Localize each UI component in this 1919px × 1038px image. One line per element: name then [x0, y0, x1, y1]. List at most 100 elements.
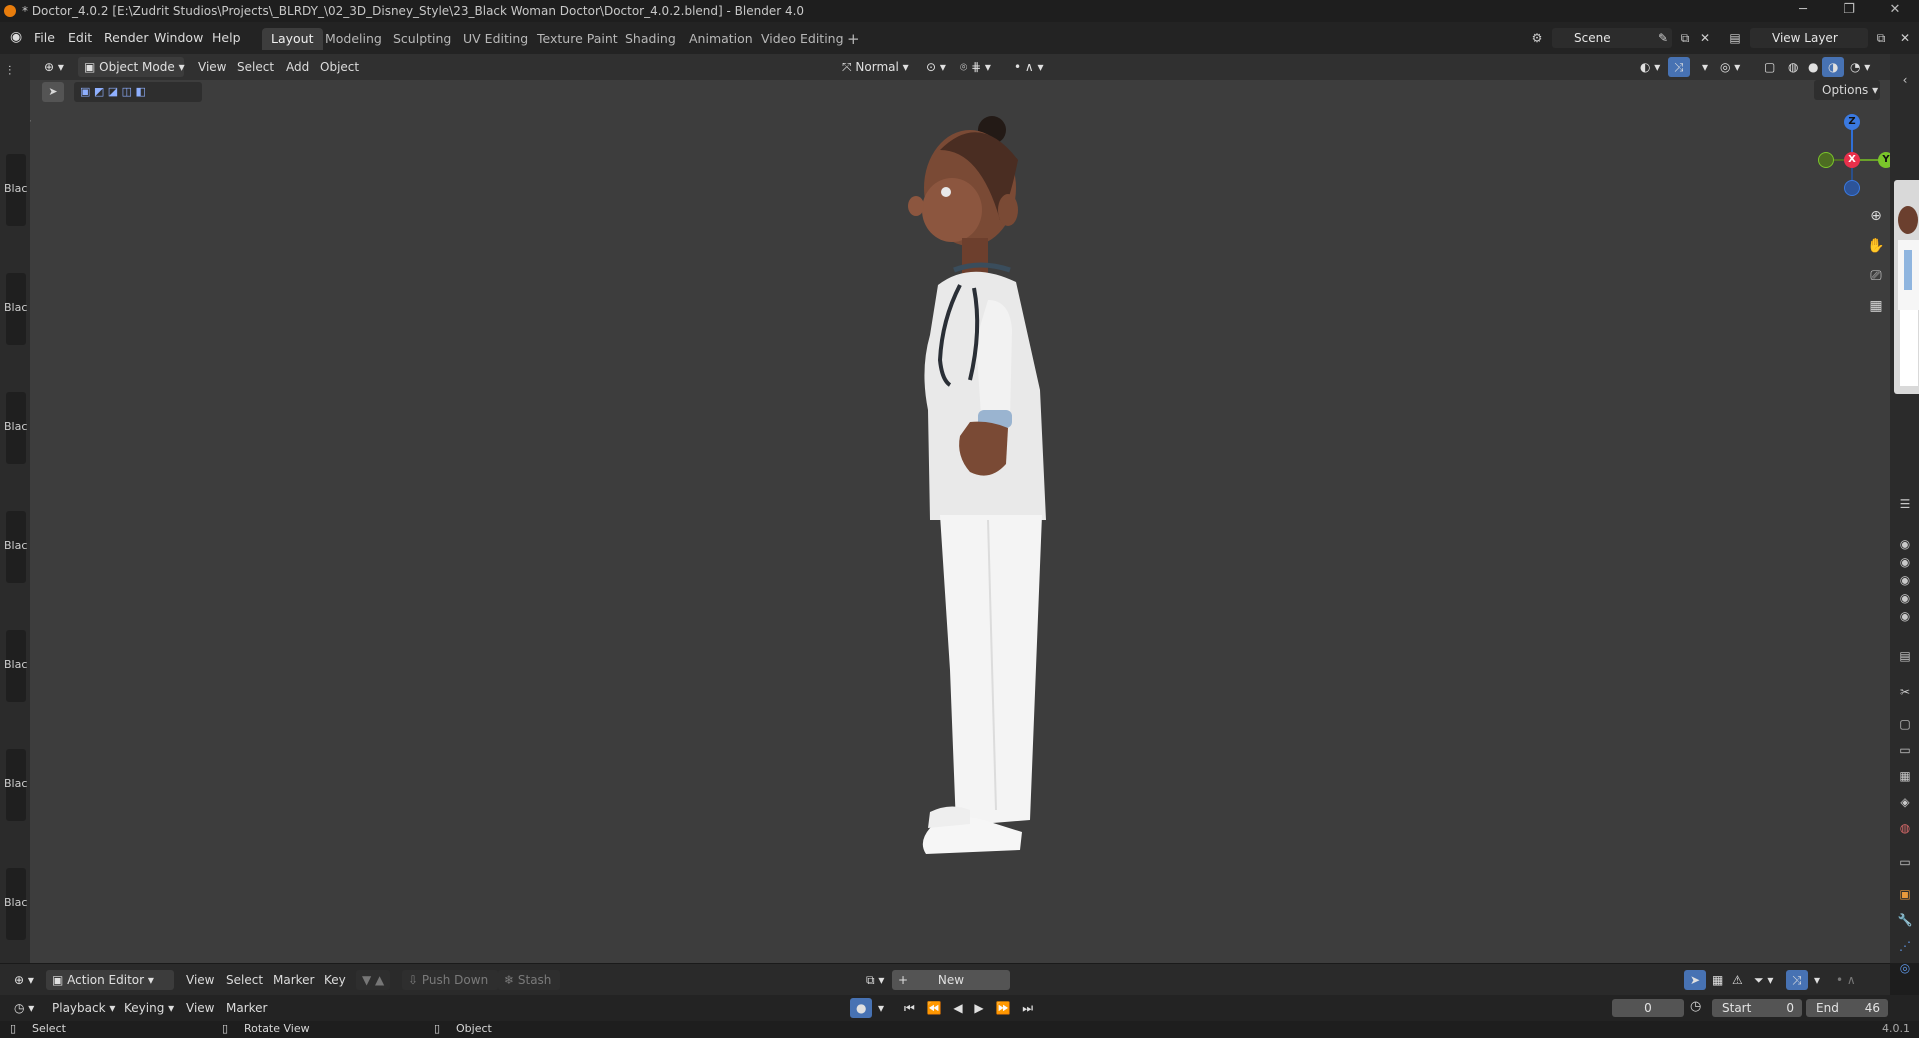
blender-logo-icon[interactable]: ◉: [10, 29, 22, 45]
push-down-button[interactable]: ⇩ Push Down: [402, 970, 498, 990]
viewport-menu-object[interactable]: Object: [320, 60, 359, 74]
camera-restrict-icon[interactable]: ◉: [1897, 554, 1913, 570]
playback-dropdown[interactable]: Playback ▾: [52, 1001, 115, 1015]
pivot-point-icon[interactable]: ⊙ ▾: [920, 57, 952, 77]
particles-icon[interactable]: ⋰: [1897, 938, 1913, 954]
gizmo-dropdown-icon[interactable]: ▾: [1696, 57, 1714, 77]
close-window-button[interactable]: ✕: [1872, 0, 1918, 22]
render-icon[interactable]: ▢: [1897, 716, 1913, 732]
timeline-menu-marker[interactable]: Marker: [226, 1001, 267, 1015]
filter-icon[interactable]: ⏷ ▾: [1748, 970, 1779, 990]
select-tool-icon[interactable]: ➤: [42, 82, 64, 102]
only-selected-icon[interactable]: ➤: [1684, 970, 1707, 990]
camera-restrict-icon[interactable]: ◉: [1897, 572, 1913, 588]
menu-file[interactable]: File: [34, 30, 55, 45]
dopesheet-editor-type-icon[interactable]: ⊕ ▾: [8, 970, 40, 990]
minimize-button[interactable]: ─: [1780, 0, 1826, 22]
toolbar-expand-icon[interactable]: ›: [30, 114, 31, 127]
perspective-grid-icon[interactable]: ▦: [1863, 298, 1889, 320]
physics-icon[interactable]: ◎: [1897, 960, 1913, 976]
keying-dropdown[interactable]: Keying ▾: [124, 1001, 174, 1015]
menu-help[interactable]: Help: [212, 30, 241, 45]
xray-icon[interactable]: ▢: [1758, 57, 1781, 77]
start-frame-field[interactable]: Start 0: [1712, 999, 1802, 1017]
camera-restrict-icon[interactable]: ◉: [1897, 608, 1913, 624]
overlays-icon[interactable]: ◎ ▾: [1714, 57, 1746, 77]
outliner-collapse-icon[interactable]: ‹: [1897, 72, 1913, 88]
gizmo-z-axis[interactable]: Z: [1844, 114, 1860, 130]
tab-sculpting[interactable]: Sculpting: [384, 28, 460, 50]
tool-icon[interactable]: ✂: [1897, 684, 1913, 700]
viewport-menu-add[interactable]: Add: [286, 60, 309, 74]
tab-uv-editing[interactable]: UV Editing: [454, 28, 537, 50]
tab-animation[interactable]: Animation: [680, 28, 762, 50]
action-browse-icon[interactable]: ⧉ ▾: [860, 970, 890, 990]
proportional-edit-icon[interactable]: • ∧ ▾: [1008, 57, 1050, 77]
collection-icon[interactable]: ▭: [1897, 854, 1913, 870]
3d-viewport[interactable]: ➤ ▣ ◩ ◪ ◫ ◧ › Options ▾ Z X Y ⊕ ✋ ⎚ ▦: [30, 80, 1890, 963]
options-dropdown[interactable]: Options ▾: [1814, 80, 1880, 100]
add-workspace-icon[interactable]: +: [838, 28, 869, 50]
rendered-shading-icon[interactable]: ◔ ▾: [1844, 57, 1876, 77]
action-menu-select[interactable]: Select: [226, 973, 263, 987]
proportional-action-icon[interactable]: • ∧: [1830, 970, 1862, 990]
editor-type-dropdown[interactable]: ⊕ ▾: [38, 57, 70, 77]
pin-scene-icon[interactable]: ✎: [1652, 28, 1674, 48]
new-view-layer-icon[interactable]: ⧉: [1870, 28, 1892, 48]
new-action-button[interactable]: + New: [892, 970, 1010, 990]
delete-scene-icon[interactable]: ✕: [1694, 28, 1716, 48]
camera-view-icon[interactable]: ⎚: [1863, 268, 1889, 290]
menu-edit[interactable]: Edit: [68, 30, 92, 45]
action-menu-key[interactable]: Key: [324, 973, 346, 987]
visibility-icon[interactable]: ◐ ▾: [1634, 57, 1666, 77]
snapping-icon[interactable]: ⌾ ⋕ ▾: [954, 57, 997, 77]
maximize-button[interactable]: ❐: [1826, 0, 1872, 22]
scene-props-icon[interactable]: ◈: [1897, 794, 1913, 810]
action-menu-view[interactable]: View: [186, 973, 214, 987]
auto-keying-record-icon[interactable]: ●: [850, 998, 873, 1018]
orientation-dropdown[interactable]: ⤧ Normal ▾: [836, 57, 915, 77]
preview-range-icon[interactable]: ◷: [1690, 999, 1701, 1014]
tab-modeling[interactable]: Modeling: [316, 28, 391, 50]
view-layer-icon[interactable]: ▤: [1724, 28, 1746, 48]
viewport-menu-view[interactable]: View: [198, 60, 226, 74]
object-mode-dropdown[interactable]: ▣ Object Mode ▾: [78, 57, 185, 77]
layer-arrows-icon[interactable]: ▼ ▲: [356, 970, 391, 990]
new-scene-icon[interactable]: ⧉: [1674, 28, 1696, 48]
only-errors-icon[interactable]: ⚠: [1726, 970, 1749, 990]
auto-snap-icon[interactable]: ⤨: [1786, 970, 1808, 990]
gizmo-y-axis[interactable]: Y: [1878, 152, 1890, 168]
snap-dropdown-icon[interactable]: ▾: [1808, 970, 1826, 990]
delete-view-layer-icon[interactable]: ✕: [1894, 28, 1916, 48]
menu-window[interactable]: Window: [154, 30, 203, 45]
keying-mode-icon[interactable]: ▾: [872, 998, 890, 1018]
output-icon[interactable]: ▭: [1897, 742, 1913, 758]
gizmo-x-axis[interactable]: X: [1844, 152, 1860, 168]
viewport-menu-select[interactable]: Select: [237, 60, 274, 74]
gizmo-toggle-icon[interactable]: ⤨: [1668, 57, 1690, 77]
gizmo-neg-z-axis[interactable]: [1844, 180, 1860, 196]
camera-restrict-icon[interactable]: ◉: [1897, 536, 1913, 552]
navigation-gizmo[interactable]: Z X Y: [1806, 110, 1890, 206]
world-icon[interactable]: ◍: [1897, 820, 1913, 836]
action-editor-dropdown[interactable]: ▣ Action Editor ▾: [46, 970, 174, 990]
gizmo-neg-y-axis[interactable]: [1818, 152, 1834, 168]
tab-texture-paint[interactable]: Texture Paint: [528, 28, 627, 50]
view-layer-props-icon[interactable]: ▦: [1897, 768, 1913, 784]
material-shading-icon[interactable]: ◑: [1822, 57, 1845, 77]
camera-restrict-icon[interactable]: ◉: [1897, 590, 1913, 606]
playback-controls-icons[interactable]: ⏮ ⏪ ◀ ▶ ⏩ ⏭: [898, 998, 1043, 1018]
end-frame-field[interactable]: End 46: [1806, 999, 1888, 1017]
object-props-icon[interactable]: ▣: [1897, 886, 1913, 902]
timeline-editor-type-icon[interactable]: ◷ ▾: [8, 998, 40, 1018]
modifier-wrench-icon[interactable]: 🔧: [1897, 912, 1913, 928]
tab-layout[interactable]: Layout: [262, 28, 323, 50]
stash-button[interactable]: ❄ Stash: [498, 970, 560, 990]
action-menu-marker[interactable]: Marker: [273, 973, 314, 987]
selection-mode-icons[interactable]: ▣ ◩ ◪ ◫ ◧: [74, 82, 202, 102]
timeline-menu-view[interactable]: View: [186, 1001, 214, 1015]
properties-icon[interactable]: ▤: [1897, 648, 1913, 664]
tab-shading[interactable]: Shading: [616, 28, 685, 50]
outliner-icon[interactable]: ☰: [1897, 496, 1913, 512]
view-layer-field[interactable]: View Layer: [1750, 28, 1868, 48]
